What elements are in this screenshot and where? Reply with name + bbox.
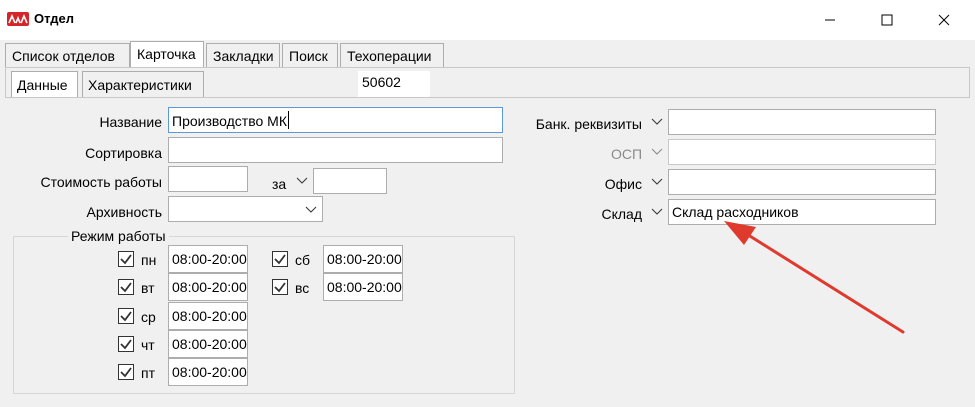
maximize-icon[interactable] <box>874 8 900 32</box>
day-time-input[interactable]: 08:00-20:00 <box>168 273 248 301</box>
day-label: сб <box>295 252 311 268</box>
day-checkbox-6[interactable] <box>272 279 288 295</box>
subtab-characteristics[interactable]: Характеристики <box>82 71 204 99</box>
sort-input[interactable] <box>168 137 503 163</box>
window-title: Отдел <box>34 11 75 26</box>
name-input[interactable]: Производство МК <box>168 107 503 133</box>
check-icon <box>120 254 132 265</box>
warehouse-input[interactable]: Склад расходников <box>668 199 936 225</box>
osp-label: ОСП <box>610 146 642 162</box>
day-checkbox-5[interactable] <box>272 251 288 267</box>
day-time-input[interactable]: 08:00-20:00 <box>168 245 248 273</box>
archive-label: Архивность <box>86 204 162 220</box>
title-bar: Отдел <box>0 0 975 40</box>
tab-tech-operations[interactable]: Техоперации <box>340 43 444 69</box>
day-label: вт <box>141 280 155 296</box>
cost-input[interactable] <box>168 166 248 192</box>
day-checkbox-1[interactable] <box>118 279 134 295</box>
per-label: за <box>272 176 287 192</box>
tab-department-list[interactable]: Список отделов <box>5 43 130 69</box>
day-label: ср <box>141 309 156 325</box>
schedule-title: Режим работы <box>68 228 169 244</box>
bank-label: Банк. реквизиты <box>535 116 642 132</box>
cost-label: Стоимость работы <box>40 174 162 190</box>
day-label: чт <box>141 337 155 353</box>
day-checkbox-0[interactable] <box>118 251 134 267</box>
check-icon <box>120 282 132 293</box>
close-icon[interactable] <box>931 8 957 32</box>
name-label: Название <box>99 114 162 130</box>
day-label: пт <box>141 365 155 381</box>
archive-select[interactable] <box>168 196 323 222</box>
office-dropdown-chevron-icon[interactable] <box>648 169 666 195</box>
day-time-input[interactable]: 08:00-20:00 <box>168 358 248 386</box>
check-icon <box>274 282 286 293</box>
day-checkbox-3[interactable] <box>118 336 134 352</box>
check-icon <box>274 254 286 265</box>
tab-card[interactable]: Карточка <box>130 41 204 69</box>
record-number: 50602 <box>358 71 430 97</box>
day-label: пн <box>141 252 157 268</box>
check-icon <box>120 367 132 378</box>
bank-dropdown-chevron-icon[interactable] <box>648 109 666 135</box>
warehouse-dropdown-chevron-icon[interactable] <box>648 199 666 225</box>
day-time-input[interactable]: 08:00-20:00 <box>168 302 248 330</box>
day-time-input[interactable]: 08:00-20:00 <box>168 330 248 358</box>
day-checkbox-2[interactable] <box>118 308 134 324</box>
chevron-down-icon <box>305 206 317 213</box>
day-label: вс <box>295 280 310 296</box>
bank-input[interactable] <box>668 109 936 135</box>
day-checkbox-4[interactable] <box>118 364 134 380</box>
app-logo-icon <box>7 12 29 26</box>
osp-dropdown-chevron-icon[interactable] <box>648 139 666 165</box>
text-caret <box>288 111 289 129</box>
day-time-input[interactable]: 08:00-20:00 <box>323 273 403 301</box>
warehouse-value: Склад расходников <box>672 204 799 220</box>
day-time-input[interactable]: 08:00-20:00 <box>323 245 403 273</box>
warehouse-label: Склад <box>601 206 642 222</box>
osp-input[interactable] <box>668 139 936 165</box>
tab-bookmarks[interactable]: Закладки <box>206 43 280 69</box>
minimize-icon[interactable] <box>817 8 843 32</box>
name-value: Производство МК <box>172 113 287 129</box>
tab-search[interactable]: Поиск <box>282 43 338 69</box>
office-input[interactable] <box>668 169 936 195</box>
sort-label: Сортировка <box>85 145 162 161</box>
office-label: Офис <box>604 176 642 192</box>
per-input[interactable] <box>313 168 387 194</box>
subtab-data[interactable]: Данные <box>11 71 78 99</box>
check-icon <box>120 311 132 322</box>
per-dropdown-chevron-icon[interactable] <box>293 168 311 194</box>
schedule-group <box>13 236 515 394</box>
check-icon <box>120 339 132 350</box>
